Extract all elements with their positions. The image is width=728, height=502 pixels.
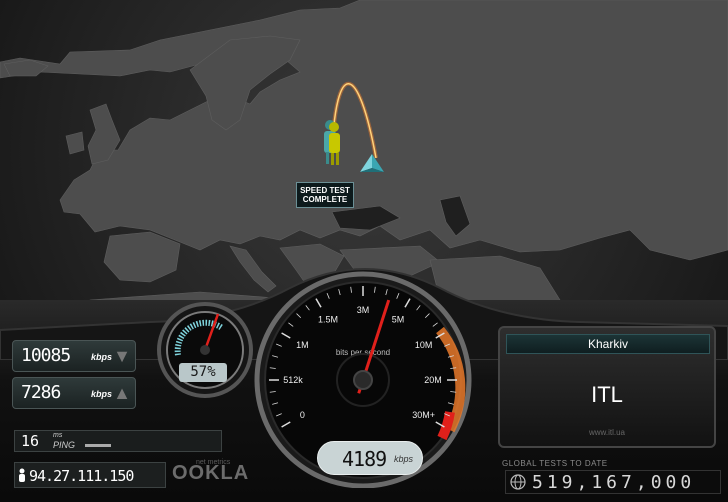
speedometer-tick-label: 0 <box>300 410 305 420</box>
ping-unit: ms <box>53 432 63 439</box>
status-line1: SPEED TEST <box>300 186 350 195</box>
ping-value: 16 <box>21 432 40 450</box>
server-panel: Kharkiv ITL www.itl.ua <box>498 326 716 448</box>
ip-address-readout: 94.27.111.150 <box>14 462 166 488</box>
speedometer-tick-label: 1M <box>296 340 309 350</box>
speedometer-tick-label: 512k <box>283 375 303 385</box>
progress-percent: 57% <box>179 363 227 382</box>
download-readout: 10085 kbps ▼ <box>12 340 136 372</box>
download-arrow-icon: ▼ <box>113 346 131 366</box>
speedometer-tick-label: 30M+ <box>412 410 435 420</box>
ip-address: 94.27.111.150 <box>29 467 134 485</box>
download-unit: kbps <box>91 352 113 362</box>
speed-readout: 4189 kbps <box>317 441 423 475</box>
speedometer-tick-label: 10M <box>415 340 433 350</box>
ping-readout: 16 ms PING <box>14 430 222 452</box>
speedometer-hub <box>353 370 373 390</box>
server-isp: ITL <box>591 382 623 407</box>
user-location-icon <box>324 120 340 165</box>
upload-arrow-icon: ▲ <box>113 383 131 403</box>
map-ireland <box>65 131 85 155</box>
upload-value: 7286 <box>21 382 61 403</box>
speedometer-tick-label: 3M <box>357 305 370 315</box>
server-location-icon <box>360 154 384 172</box>
speedometer-unit-caption: bits per second <box>336 348 390 357</box>
upload-readout: 7286 kbps ▲ <box>12 377 136 409</box>
download-value: 10085 <box>21 345 71 366</box>
ping-label: PING <box>53 440 76 450</box>
global-tests-count: 519,167,000 <box>532 472 696 493</box>
ookla-logo: OOKLA <box>172 462 250 484</box>
speedtest-app: SPEED TEST COMPLETE 10085 kbps ▼ 7286 kb… <box>0 0 728 502</box>
person-icon <box>19 468 25 482</box>
status-line2: COMPLETE <box>302 195 348 204</box>
speedometer-tick-label: 20M <box>424 375 442 385</box>
upload-unit: kbps <box>91 389 113 399</box>
speed-unit: kbps <box>394 454 414 464</box>
server-url[interactable]: www.itl.ua <box>500 428 714 437</box>
speedometer-tick-label: 1.5M <box>318 314 338 324</box>
speed-value: 4189 <box>342 447 387 471</box>
server-city: Kharkiv <box>506 334 710 354</box>
global-tests-counter: 519,167,000 <box>505 470 721 494</box>
globe-icon <box>510 474 526 490</box>
speed-test-status: SPEED TEST COMPLETE <box>296 182 354 208</box>
speedometer-tick-label: 5M <box>392 314 405 324</box>
global-tests-label: GLOBAL TESTS TO DATE <box>502 459 608 468</box>
ping-bar <box>85 444 111 447</box>
progress-gauge <box>157 302 253 398</box>
